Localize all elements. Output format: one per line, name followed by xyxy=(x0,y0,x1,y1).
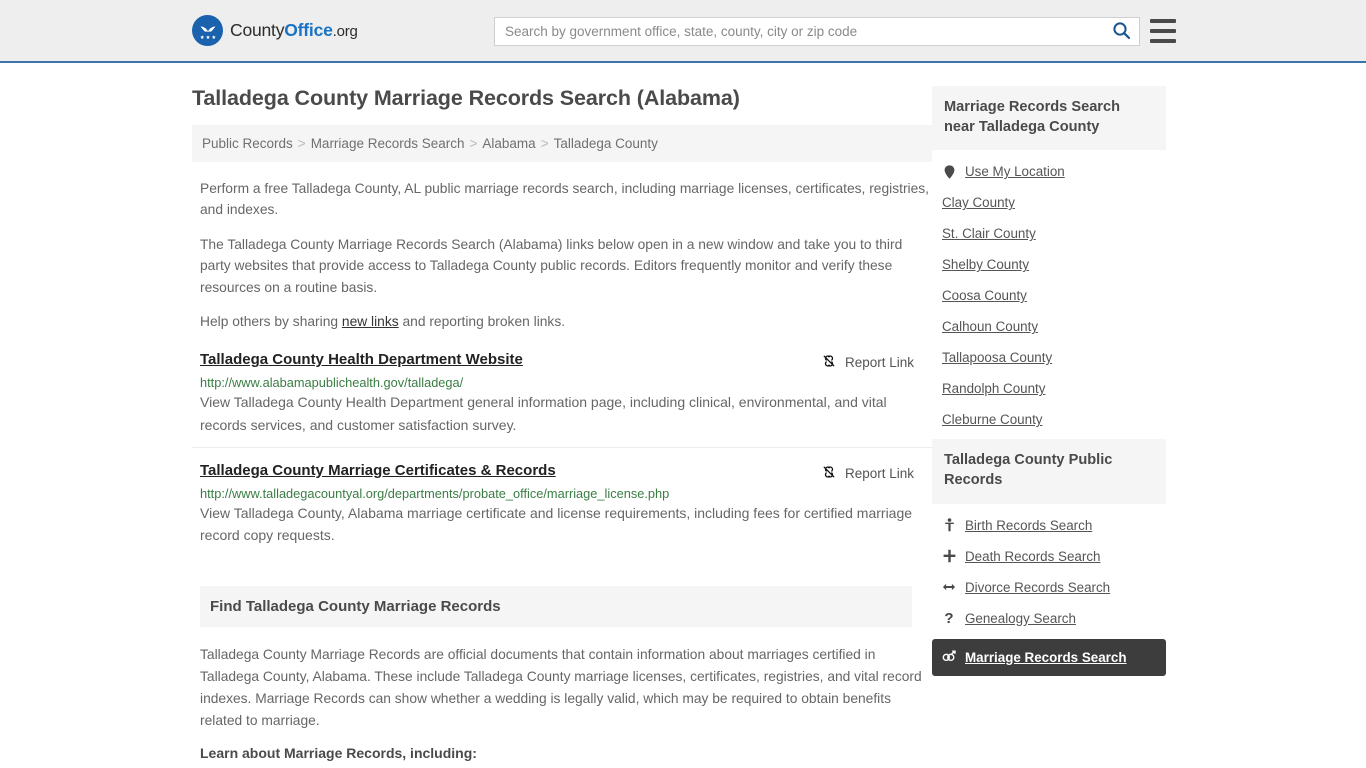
unlink-icon xyxy=(821,353,837,372)
public-records-list: Birth Records Search Death Records Searc… xyxy=(932,504,1166,676)
sidebar-link-label[interactable]: Birth Records Search xyxy=(965,518,1092,533)
eagle-seal-logo-icon xyxy=(192,15,223,46)
map-pin-icon xyxy=(942,164,956,179)
sidebar-link-label[interactable]: Genealogy Search xyxy=(965,611,1076,626)
page-wrapper: Talladega County Marriage Records Search… xyxy=(0,63,1366,768)
content-container: Talladega County Marriage Records Search… xyxy=(192,63,1174,768)
public-records-panel: Talladega County Public Records Birth Re… xyxy=(932,439,1166,676)
result-header: Talladega County Health Department Websi… xyxy=(200,351,932,372)
main-content: Talladega County Marriage Records Search… xyxy=(192,86,932,768)
baby-icon xyxy=(942,518,956,533)
nearby-searches-heading: Marriage Records Search near Talladega C… xyxy=(932,86,1166,151)
share-text-after: and reporting broken links. xyxy=(398,313,566,329)
site-logo-link[interactable]: CountyOffice.org xyxy=(192,15,358,46)
breadcrumb-item-marriage-records-search[interactable]: Marriage Records Search xyxy=(311,136,465,151)
unlink-icon xyxy=(821,464,837,483)
report-link-button[interactable]: Report Link xyxy=(821,351,914,372)
left-right-arrow-icon xyxy=(942,580,956,595)
cross-icon xyxy=(942,549,956,564)
result-description: View Talladega County, Alabama marriage … xyxy=(200,504,913,544)
find-section-body: Talladega County Marriage Records are of… xyxy=(192,644,932,768)
result-title-link[interactable]: Talladega County Marriage Certificates &… xyxy=(200,462,556,479)
nearby-searches-panel: Marriage Records Search near Talladega C… xyxy=(932,86,1166,435)
brand-part-org: .org xyxy=(332,23,358,40)
sidebar-item-cleburne-county[interactable]: Cleburne County xyxy=(932,404,1166,435)
report-link-button[interactable]: Report Link xyxy=(821,462,914,483)
sidebar-link-label[interactable]: Clay County xyxy=(942,195,1015,210)
public-records-heading: Talladega County Public Records xyxy=(932,439,1166,504)
result-description: View Talladega County Health Department … xyxy=(200,394,887,433)
sidebar-link-label[interactable]: Use My Location xyxy=(965,164,1065,179)
brand-part-county: County xyxy=(230,20,285,40)
sidebar-link-label[interactable]: Coosa County xyxy=(942,288,1027,303)
search-bar[interactable] xyxy=(494,17,1140,46)
sidebar-item-divorce-records-search[interactable]: Divorce Records Search xyxy=(932,572,1166,603)
breadcrumb: Public Records > Marriage Records Search > A… xyxy=(192,125,932,162)
breadcrumb-item-talladega-county[interactable]: Talladega County xyxy=(554,136,658,151)
search-input[interactable] xyxy=(495,18,1103,45)
new-links-link[interactable]: new links xyxy=(342,314,399,329)
sidebar-item-death-records-search[interactable]: Death Records Search xyxy=(932,541,1166,572)
sidebar-link-label[interactable]: Death Records Search xyxy=(965,549,1100,564)
page-title: Talladega County Marriage Records Search… xyxy=(192,86,740,110)
report-link-label: Report Link xyxy=(844,355,914,371)
intro-paragraph-1: Perform a free Talladega County, AL publ… xyxy=(200,181,930,218)
find-section-heading: Find Talladega County Marriage Records xyxy=(200,585,912,627)
sidebar-item-coosa-county[interactable]: Coosa County xyxy=(932,280,1166,311)
breadcrumb-item-public-records[interactable]: Public Records xyxy=(202,136,293,151)
sidebar-item-randolph-county[interactable]: Randolph County xyxy=(932,373,1166,404)
breadcrumb-separator: > xyxy=(540,136,549,151)
sidebar-item-shelby-county[interactable]: Shelby County xyxy=(932,249,1166,280)
breadcrumb-item-alabama[interactable]: Alabama xyxy=(482,136,535,151)
hamburger-bar xyxy=(1150,29,1176,33)
result-item: Talladega County Health Department Websi… xyxy=(192,345,932,446)
sidebar-link-label[interactable]: Marriage Records Search xyxy=(965,650,1127,665)
hamburger-bar xyxy=(1150,19,1176,23)
sidebar-link-label[interactable]: Tallapoosa County xyxy=(942,350,1052,365)
find-section-paragraph: Talladega County Marriage Records are of… xyxy=(200,646,922,729)
result-title-link[interactable]: Talladega County Health Department Websi… xyxy=(200,351,523,368)
intro-paragraph-3: Help others by sharing new links and rep… xyxy=(192,311,932,332)
question-mark-icon: ? xyxy=(944,609,954,627)
report-link-label: Report Link xyxy=(844,465,914,481)
learn-about-heading: Learn about Marriage Records, including: xyxy=(200,745,477,762)
nearby-searches-list: Use My Location Clay County St. Clair Co… xyxy=(932,150,1166,435)
sidebar-link-label[interactable]: Divorce Records Search xyxy=(965,580,1110,595)
sidebar-item-tallapoosa-county[interactable]: Tallapoosa County xyxy=(932,342,1166,373)
breadcrumb-separator: > xyxy=(297,136,306,151)
sidebar: Marriage Records Search near Talladega C… xyxy=(932,86,1166,768)
brand-part-office: Office xyxy=(284,20,333,40)
sidebar-link-label[interactable]: Randolph County xyxy=(942,381,1045,396)
result-url: http://www.alabamapublichealth.gov/talla… xyxy=(200,375,464,391)
sidebar-link-label[interactable]: St. Clair County xyxy=(942,226,1036,241)
search-button[interactable] xyxy=(1103,18,1139,45)
intro-paragraph-2: The Talladega County Marriage Records Se… xyxy=(200,236,903,295)
sidebar-link-label[interactable]: Shelby County xyxy=(942,257,1029,272)
result-item: Talladega County Marriage Certificates &… xyxy=(192,446,932,557)
sidebar-link-label[interactable]: Cleburne County xyxy=(942,412,1043,427)
site-header: CountyOffice.org xyxy=(0,0,1366,63)
result-header: Talladega County Marriage Certificates &… xyxy=(200,462,932,483)
hamburger-bar xyxy=(1150,39,1176,43)
sidebar-item-st-clair-county[interactable]: St. Clair County xyxy=(932,218,1166,249)
sidebar-item-calhoun-county[interactable]: Calhoun County xyxy=(932,311,1166,342)
result-url: http://www.talladegacountyal.org/departm… xyxy=(200,485,670,501)
hamburger-menu-icon[interactable] xyxy=(1150,19,1176,43)
breadcrumb-separator: > xyxy=(469,136,478,151)
search-icon xyxy=(1112,21,1131,43)
sidebar-item-use-my-location[interactable]: Use My Location xyxy=(932,156,1166,187)
brand-wordmark: CountyOffice.org xyxy=(230,20,358,41)
sidebar-link-label[interactable]: Calhoun County xyxy=(942,319,1038,334)
sidebar-item-clay-county[interactable]: Clay County xyxy=(932,187,1166,218)
sidebar-item-marriage-records-search[interactable]: Marriage Records Search xyxy=(932,638,1166,676)
share-text-before: Help others by sharing xyxy=(200,313,342,329)
sidebar-item-genealogy-search[interactable]: ? Genealogy Search xyxy=(932,603,1166,634)
intro-section: Perform a free Talladega County, AL publ… xyxy=(192,178,932,332)
venus-mars-icon xyxy=(942,650,956,665)
sidebar-item-birth-records-search[interactable]: Birth Records Search xyxy=(932,510,1166,541)
